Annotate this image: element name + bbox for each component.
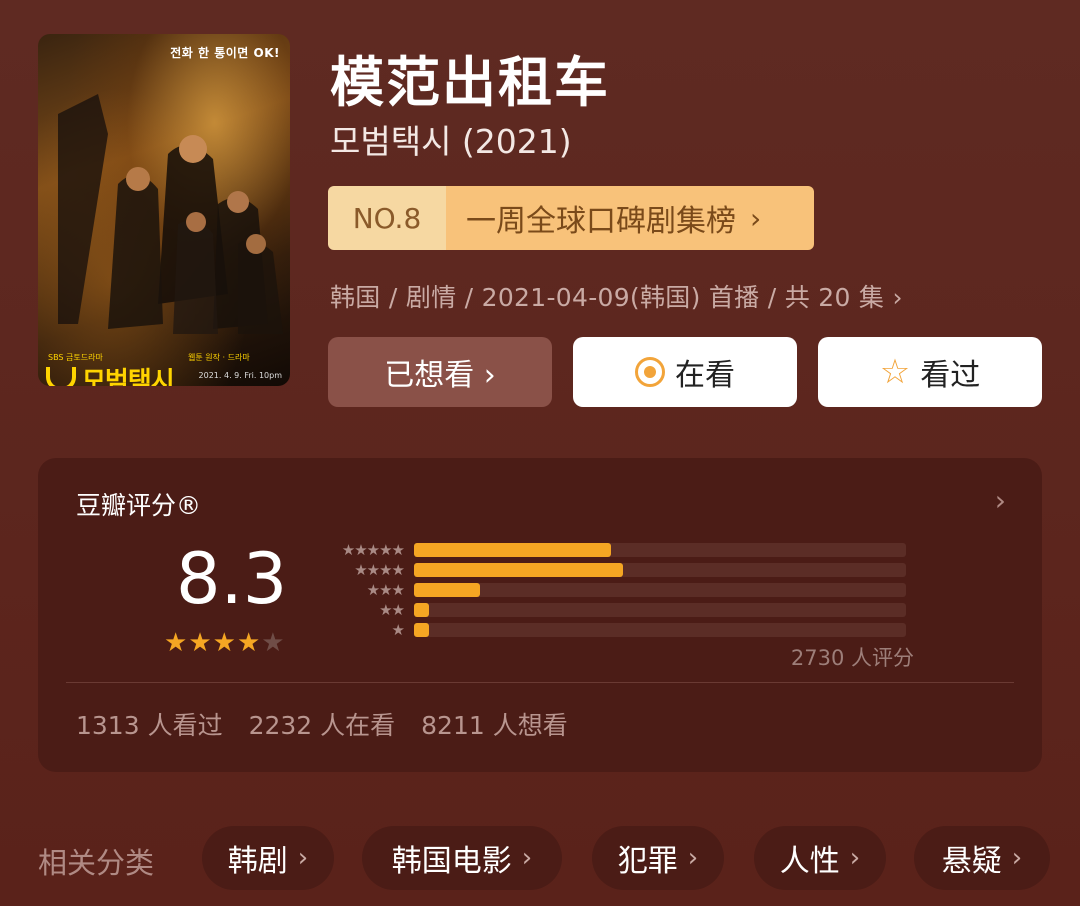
category-chip-crime[interactable]: 犯罪 › [592, 826, 724, 890]
watched-count: 1313 人看过 [76, 711, 223, 740]
distribution-stars: ★★★★★ [341, 541, 405, 559]
watched-button[interactable]: ☆ 看过 [818, 337, 1042, 407]
distribution-bar [414, 603, 429, 617]
poster-tagline: 전화 한 통이면 OK! [170, 46, 280, 60]
category-chip-korean-drama[interactable]: 韩剧 › [202, 826, 334, 890]
want-to-watch-label: 已想看 › [384, 358, 496, 393]
related-categories-label: 相关分类 [38, 846, 155, 880]
page-title: 模范出租车 [330, 51, 610, 114]
distribution-track [414, 603, 906, 617]
distribution-row: ★ [318, 620, 918, 640]
star-filled-icon: ★ [164, 628, 189, 658]
distribution-row: ★★ [318, 600, 918, 620]
chevron-right-icon: › [687, 843, 699, 873]
poster-image[interactable]: 전화 한 통이면 OK! SBS 금토드라마 웹툰 원작 · 드라마 모범택시 … [38, 34, 290, 386]
chip-label: 韩国电影 [391, 844, 512, 879]
chevron-right-icon: › [750, 201, 762, 235]
rater-count: 2730 人评分 [790, 646, 914, 670]
distribution-stars: ★★★ [366, 581, 405, 599]
distribution-track [414, 543, 906, 557]
ranking-badge[interactable]: NO.8 一周全球口碑剧集榜 › [328, 186, 814, 250]
chevron-right-icon: › [1011, 843, 1023, 873]
rating-card-title: 豆瓣评分® [76, 491, 202, 520]
chevron-right-icon: › [849, 843, 861, 873]
original-title: 모범택시 (2021) [330, 122, 572, 161]
category-chip-korean-film[interactable]: 韩国电影 › [362, 826, 562, 890]
poster-figures-illustration [58, 94, 283, 334]
poster-logo-text: 모범택시 [82, 366, 175, 387]
taxi-logo-icon [46, 367, 76, 386]
distribution-bar [414, 563, 624, 577]
star-filled-icon: ★ [212, 628, 237, 658]
distribution-stars: ★ [391, 621, 405, 639]
chip-label: 悬疑 [941, 844, 1002, 879]
star-filled-icon: ★ [236, 628, 262, 658]
ranking-list-name: 一周全球口碑剧集榜 [466, 204, 736, 239]
chevron-right-icon[interactable]: › [995, 484, 1006, 517]
watching-label: 在看 [675, 358, 735, 393]
distribution-stars: ★★ [379, 601, 405, 619]
divider [66, 682, 1014, 683]
show-meta-info[interactable]: 韩国 / 剧情 / 2021-04-09(韩国) 首播 / 共 20 集 › [330, 278, 903, 314]
rating-score: 8.3 [176, 538, 288, 620]
category-chip-humanity[interactable]: 人性 › [754, 826, 886, 890]
want-to-watch-button[interactable]: 已想看 › [328, 337, 552, 407]
viewer-stats: 1313 人看过 2232 人在看 8211 人想看 [76, 706, 568, 742]
ranking-number: NO.8 [328, 186, 446, 250]
chevron-right-icon: › [297, 843, 309, 873]
distribution-bar [414, 583, 481, 597]
distribution-row: ★★★★★ [318, 540, 918, 560]
chip-label: 韩剧 [227, 844, 288, 879]
rating-stars: ★★★★★ [164, 628, 286, 658]
movie-detail-page: 전화 한 통이면 OK! SBS 금토드라마 웹툰 원작 · 드라마 모범택시 … [0, 0, 1080, 906]
category-chip-suspense[interactable]: 悬疑 › [914, 826, 1050, 890]
distribution-bar [414, 623, 429, 637]
watching-count: 2232 人在看 [248, 711, 396, 740]
wish-count: 8211 人想看 [421, 711, 568, 740]
poster-air-date: 2021. 4. 9. Fri. 10pm [198, 371, 282, 380]
distribution-track [414, 623, 906, 637]
chevron-right-icon: › [521, 843, 533, 873]
watching-button[interactable]: 在看 [573, 337, 797, 407]
rating-distribution: ★★★★★ ★★★★ ★★★ ★★ ★ [318, 540, 918, 640]
ranking-list-link[interactable]: 一周全球口碑剧集榜 › [446, 186, 814, 250]
star-empty-icon: ★ [261, 628, 286, 658]
target-icon [635, 357, 665, 387]
star-filled-icon: ★ [188, 628, 213, 658]
distribution-track [414, 563, 906, 577]
chip-label: 人性 [779, 844, 840, 879]
rating-card[interactable]: 豆瓣评分® › 8.3 ★★★★★ ★★★★★ ★★★★ ★★★ ★★ ★ 2730 人… [38, 458, 1042, 772]
distribution-row: ★★★ [318, 580, 918, 600]
watched-label: 看过 [920, 358, 981, 393]
distribution-track [414, 583, 906, 597]
distribution-bar [414, 543, 611, 557]
chip-label: 犯罪 [617, 844, 678, 879]
distribution-stars: ★★★★ [354, 561, 405, 579]
star-outline-icon: ☆ [879, 352, 911, 392]
distribution-row: ★★★★ [318, 560, 918, 580]
